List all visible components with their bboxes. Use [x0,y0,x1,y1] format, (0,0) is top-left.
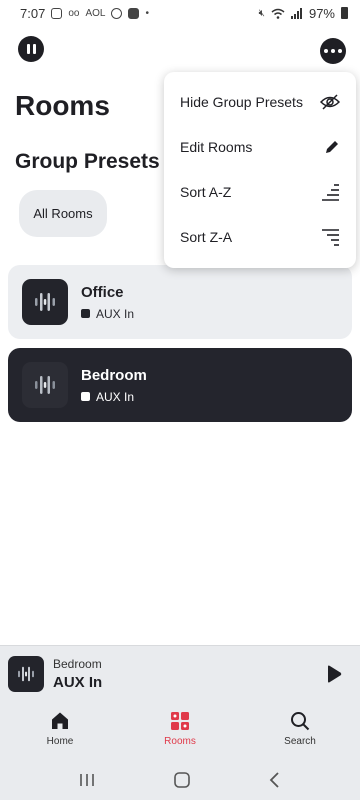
youtube-icon [128,7,140,19]
room-card-office[interactable]: Office AUX In [8,265,352,339]
nav-label: Search [284,736,316,747]
nav-rooms[interactable]: Rooms [120,701,240,759]
nav-home[interactable]: Home [0,701,120,759]
group-presets-title: Group Presets [15,150,160,173]
play-button[interactable] [326,665,342,688]
nav-label: Rooms [164,736,196,747]
room-source-label: AUX In [96,389,135,404]
notification-dot-icon: • [145,7,149,19]
nav-label: Home [46,736,74,747]
wifi-icon [271,8,285,19]
source-indicator-icon [81,309,90,318]
now-playing-source: AUX In [53,673,103,691]
pause-all-button[interactable] [18,36,44,62]
search-icon [291,712,310,731]
battery-icon [341,7,348,19]
aol-icon: AOL [85,7,106,19]
room-source: AUX In [81,307,134,321]
recent-apps-icon[interactable] [78,772,96,788]
rooms-grid-icon [171,712,189,730]
speaker-icon [22,362,68,408]
status-bar: 7:07 oo AOL • 🔇︎ 97% [0,0,360,26]
more-horizontal-icon [324,49,342,53]
room-name: Bedroom [81,366,147,384]
play-icon [328,665,342,683]
menu-item-label: Edit Rooms [180,138,253,155]
sort-descending-icon [322,228,339,246]
now-playing-bar[interactable]: Bedroom AUX In [0,645,360,701]
bottom-nav: Home Rooms Search [0,701,360,759]
voicemail-icon: oo [68,7,80,19]
page-title: Rooms [15,90,110,121]
home-system-icon[interactable] [173,771,191,789]
mute-icon: 🔇︎ [258,7,265,19]
preset-chip-all-rooms[interactable]: All Rooms [19,190,107,237]
room-card-bedroom[interactable]: Bedroom AUX In [8,348,352,422]
back-icon[interactable] [268,771,282,789]
room-source-label: AUX In [96,306,135,321]
room-name: Office [81,283,124,301]
nav-search[interactable]: Search [240,701,360,759]
sort-ascending-icon [322,183,339,201]
menu-item-sort-z-a[interactable]: Sort Z-A [164,214,356,259]
signal-icon [290,7,302,19]
instagram-icon [51,7,63,19]
pause-icon [26,44,36,54]
room-text: Bedroom AUX In [81,367,147,404]
status-left: 7:07 oo AOL • [20,6,149,21]
speaker-icon [8,655,44,692]
menu-item-sort-a-z[interactable]: Sort A-Z [164,169,356,214]
room-text: Office AUX In [81,284,134,321]
status-time: 7:07 [20,5,46,21]
status-right: 🔇︎ 97% [259,6,348,21]
menu-item-label: Sort A-Z [180,183,232,200]
pencil-icon [326,140,338,153]
battery-percent: 97% [308,5,335,21]
speaker-icon [22,279,68,325]
chrome-icon [111,7,123,19]
menu-item-label: Hide Group Presets [180,93,303,110]
home-icon [52,712,68,729]
room-source: AUX In [81,390,147,404]
menu-item-label: Sort Z-A [180,228,233,245]
menu-item-hide-group-presets[interactable]: Hide Group Presets [164,79,356,124]
menu-item-edit-rooms[interactable]: Edit Rooms [164,124,356,169]
system-nav-bar [0,759,360,800]
more-options-button[interactable] [320,38,346,64]
now-playing-text: Bedroom AUX In [53,657,102,691]
source-indicator-icon [81,392,90,401]
eye-off-icon [320,93,340,110]
now-playing-room: Bedroom [53,656,102,671]
options-menu: Hide Group Presets Edit Rooms Sort A-Z S… [164,72,356,268]
